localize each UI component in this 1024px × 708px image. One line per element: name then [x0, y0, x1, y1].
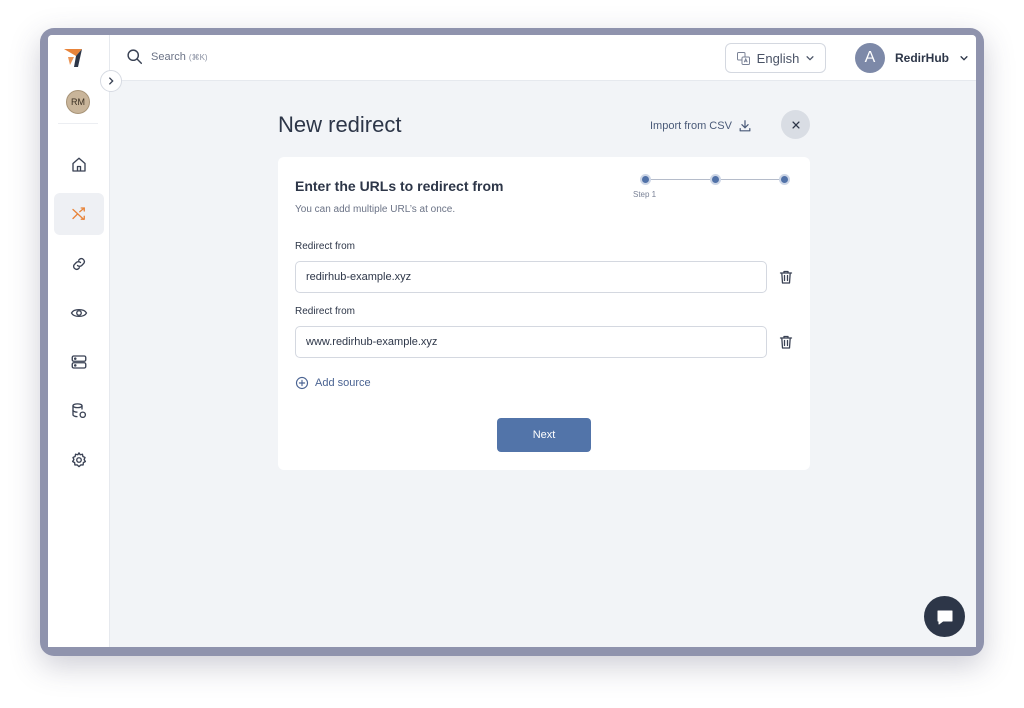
database-icon: [72, 403, 87, 419]
chat-button[interactable]: [924, 596, 965, 637]
search-shortcut: (⌘K): [188, 52, 208, 62]
field-label: Redirect from: [295, 241, 356, 252]
next-button-label: Next: [532, 429, 556, 441]
chat-icon: [937, 610, 952, 624]
delete-source-button[interactable]: [778, 269, 794, 285]
sidebar-item-monitoring[interactable]: [54, 292, 104, 334]
gear-icon: [71, 452, 87, 468]
sidebar: RM: [48, 35, 110, 647]
step-3-indicator: [779, 174, 790, 185]
progress-stepper: Step 1: [633, 174, 796, 204]
user-avatar: A: [855, 43, 885, 73]
step-label: Step 1: [633, 190, 657, 199]
chevron-down-icon: [960, 56, 968, 61]
search-placeholder: Search (⌘K): [151, 50, 208, 63]
sidebar-item-database[interactable]: [54, 390, 104, 432]
field-label: Redirect from: [295, 306, 356, 317]
close-button[interactable]: [781, 110, 810, 139]
eye-icon: [70, 308, 88, 318]
user-menu[interactable]: A RedirHub: [855, 43, 969, 73]
sidebar-toggle-button[interactable]: [100, 70, 122, 92]
redirect-form-card: Enter the URLs to redirect from You can …: [278, 157, 810, 470]
translate-icon: [736, 51, 750, 65]
redirect-from-input[interactable]: redirhub-example.xyz: [295, 261, 767, 293]
card-title: Enter the URLs to redirect from: [295, 178, 504, 194]
home-icon: [72, 157, 86, 172]
add-source-label: Add source: [315, 377, 371, 389]
sidebar-item-settings[interactable]: [54, 439, 104, 481]
sidebar-item-redirects[interactable]: [54, 193, 104, 235]
stepper-connector: [720, 179, 782, 180]
topbar: Search (⌘K) English A RedirHub: [110, 35, 976, 81]
account-avatar[interactable]: RM: [66, 90, 90, 114]
delete-source-button[interactable]: [778, 334, 794, 350]
app-window: RM Search (⌘K) English A RedirHub New re…: [48, 35, 976, 647]
sidebar-divider: [58, 123, 98, 124]
brand-logo-icon: [62, 47, 84, 69]
shuffle-icon: [72, 207, 85, 220]
close-icon: [791, 120, 800, 129]
chevron-down-icon: [806, 56, 814, 61]
sidebar-item-links[interactable]: [54, 243, 104, 285]
search-input[interactable]: Search (⌘K): [126, 48, 208, 65]
account-avatar-initials: RM: [71, 97, 85, 107]
language-label: English: [756, 50, 800, 66]
plus-circle-icon: [295, 376, 309, 390]
step-1-indicator: [640, 174, 651, 185]
download-icon: [739, 120, 751, 132]
redirect-from-value: www.redirhub-example.xyz: [306, 336, 438, 348]
stepper-connector: [650, 179, 712, 180]
add-source-button[interactable]: Add source: [295, 376, 371, 390]
import-csv-button[interactable]: Import from CSV: [650, 119, 752, 133]
redirect-from-value: redirhub-example.xyz: [306, 271, 412, 283]
server-icon: [71, 355, 87, 369]
search-icon: [127, 49, 143, 65]
next-button[interactable]: Next: [497, 418, 591, 452]
user-name: RedirHub: [895, 51, 949, 65]
step-2-indicator: [710, 174, 721, 185]
sidebar-item-hosts[interactable]: [54, 341, 104, 383]
chevron-right-icon: [109, 77, 114, 85]
redirect-from-input[interactable]: www.redirhub-example.xyz: [295, 326, 767, 358]
sidebar-item-home[interactable]: [54, 144, 104, 186]
page-title: New redirect: [278, 112, 402, 137]
language-selector[interactable]: English: [725, 43, 826, 73]
link-icon: [73, 258, 85, 270]
card-subtitle: You can add multiple URL’s at once.: [295, 204, 456, 215]
import-csv-label: Import from CSV: [650, 120, 732, 132]
